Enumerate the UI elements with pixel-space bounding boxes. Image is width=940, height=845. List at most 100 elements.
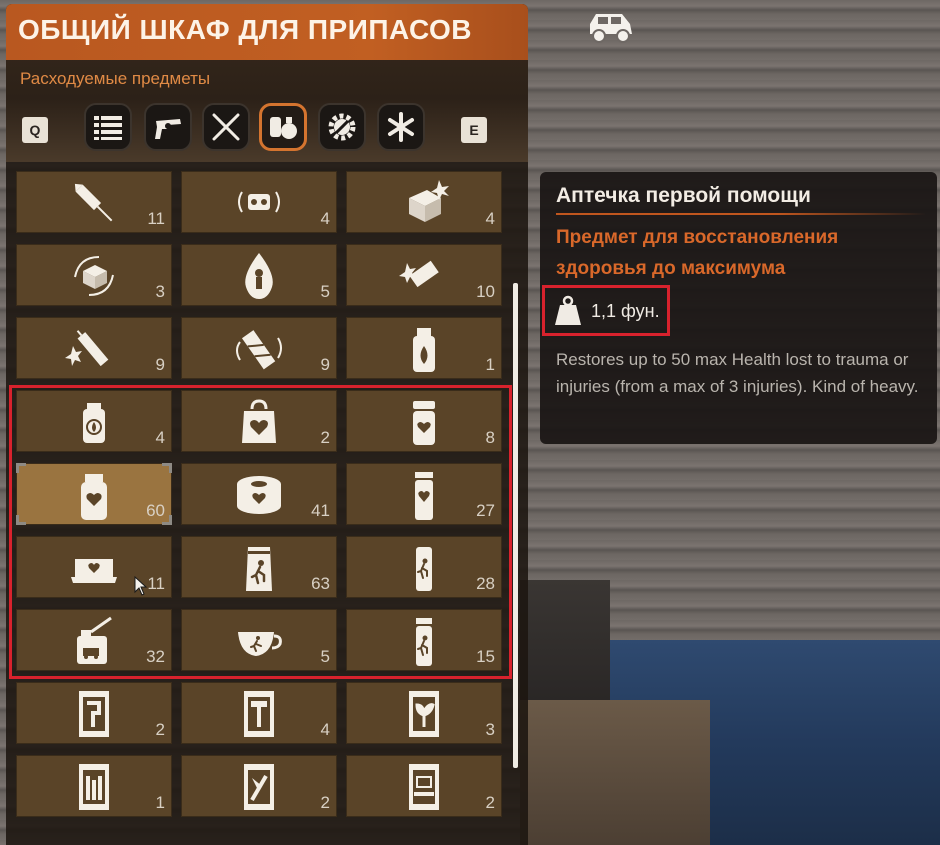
wrapped-stick-icon	[236, 330, 282, 370]
background-radio	[520, 580, 610, 700]
selection-corner	[162, 515, 172, 525]
item-count: 3	[485, 720, 495, 739]
inventory-slot[interactable]: 63	[181, 536, 337, 598]
tooltip-weight: 1,1 фун.	[591, 301, 660, 321]
grid-scrollbar[interactable]	[513, 283, 518, 768]
inventory-slot[interactable]: 5	[181, 244, 337, 306]
inventory-slot[interactable]: 9	[181, 317, 337, 379]
item-count: 9	[155, 355, 165, 374]
tab-consumables[interactable]	[259, 103, 307, 151]
stamina-bag-icon	[246, 547, 272, 591]
book-hammer-icon	[244, 691, 274, 737]
item-count: 11	[147, 574, 165, 593]
inventory-slot[interactable]: 41	[181, 463, 337, 525]
inventory-slot[interactable]: 60	[16, 463, 172, 525]
inventory-slot[interactable]: 3	[346, 682, 502, 744]
stamina-can-icon	[416, 547, 432, 591]
inventory-slot[interactable]: 2	[181, 390, 337, 452]
selection-corner	[16, 515, 26, 525]
consumables-icon	[270, 117, 297, 139]
item-count: 10	[476, 282, 495, 301]
item-count: 8	[485, 428, 495, 447]
item-count: 4	[320, 720, 330, 739]
inventory-slot[interactable]: 5	[181, 609, 337, 671]
item-count: 2	[485, 793, 495, 812]
tooltip-divider	[556, 213, 926, 215]
book-computer-icon	[409, 764, 439, 810]
vehicle-icon	[586, 10, 636, 44]
inventory-slot[interactable]: 11	[16, 536, 172, 598]
inventory-slot[interactable]: 1	[16, 755, 172, 817]
inventory-slot[interactable]: 4	[181, 682, 337, 744]
item-count: 4	[485, 209, 495, 228]
item-count: 9	[320, 355, 330, 374]
spinning-crate-icon	[74, 256, 114, 296]
inventory-slot[interactable]: 2	[181, 755, 337, 817]
revolver-icon	[155, 119, 181, 139]
item-count: 41	[311, 501, 330, 520]
tab-weapons[interactable]	[144, 103, 192, 151]
inventory-slot[interactable]: 32	[16, 609, 172, 671]
noise-maker-icon	[238, 191, 280, 213]
inventory-slot[interactable]: 4	[181, 171, 337, 233]
inventory-slot[interactable]: 2	[16, 682, 172, 744]
inventory-slot[interactable]: 1	[346, 317, 502, 379]
plague-drop-icon	[245, 253, 273, 299]
item-count: 2	[155, 720, 165, 739]
inventory-slot[interactable]: 4	[346, 171, 502, 233]
inventory-slot[interactable]: 27	[346, 463, 502, 525]
tooltip-subtitle: Предмет для восстановления здоровья до м…	[556, 227, 839, 279]
inventory-slot[interactable]: 11	[16, 171, 172, 233]
item-count: 32	[146, 647, 165, 666]
book-plant-icon	[409, 691, 439, 737]
background-crate	[520, 700, 710, 845]
inventory-slot[interactable]: 4	[16, 390, 172, 452]
tooltip-description: Restores up to 50 max Health lost to tra…	[556, 350, 919, 396]
dynamite-stick-icon	[65, 330, 109, 367]
inventory-slot[interactable]: 28	[346, 536, 502, 598]
inventory-slot[interactable]: 10	[346, 244, 502, 306]
coffee-cup-icon	[238, 632, 282, 656]
item-count: 5	[320, 647, 330, 666]
tab-melee[interactable]	[202, 103, 250, 151]
item-count: 11	[147, 209, 165, 228]
inventory-slot[interactable]: 3	[16, 244, 172, 306]
heart-canister-icon	[415, 472, 433, 520]
tooltip-title: Аптечка первой помощи	[556, 184, 811, 207]
item-count: 28	[476, 574, 495, 593]
panel-title: ОБЩИЙ ШКАФ ДЛЯ ПРИПАСОВ	[18, 14, 472, 45]
small-cure-jar-icon	[83, 403, 105, 443]
prev-category-key[interactable]: Q	[22, 117, 48, 143]
inventory-slot[interactable]: 15	[346, 609, 502, 671]
inventory-slot[interactable]: 8	[346, 390, 502, 452]
tab-all[interactable]	[84, 103, 132, 151]
heart-pill-bottle-icon	[413, 401, 435, 445]
first-aid-kit-icon	[71, 559, 117, 583]
tab-resources[interactable]	[318, 103, 366, 151]
book-tools-icon	[244, 764, 274, 810]
exploding-bar-icon	[399, 260, 439, 288]
fuel-can-icon	[77, 616, 112, 664]
item-count: 1	[485, 355, 495, 374]
tab-misc[interactable]	[377, 103, 425, 151]
crossed-blades-icon	[212, 113, 240, 141]
category-subtitle: Расходуемые предметы	[20, 69, 211, 88]
gear-wrench-icon	[328, 113, 356, 141]
selection-corner	[162, 463, 172, 473]
item-count: 4	[320, 209, 330, 228]
inventory-slot[interactable]: 2	[346, 755, 502, 817]
list-icon	[94, 116, 122, 140]
next-category-key[interactable]: E	[461, 117, 487, 143]
item-count: 2	[320, 793, 330, 812]
weight-icon	[553, 295, 583, 327]
book-shelf-icon	[79, 764, 109, 810]
item-count: 1	[155, 793, 165, 812]
heart-bandage-roll-icon	[237, 476, 281, 514]
item-count: 2	[320, 428, 330, 447]
item-count: 4	[155, 428, 165, 447]
mouse-cursor	[134, 575, 148, 601]
heart-jar-icon	[81, 474, 107, 520]
heart-satchel-icon	[242, 399, 276, 443]
item-count: 15	[476, 647, 495, 666]
inventory-slot[interactable]: 9	[16, 317, 172, 379]
